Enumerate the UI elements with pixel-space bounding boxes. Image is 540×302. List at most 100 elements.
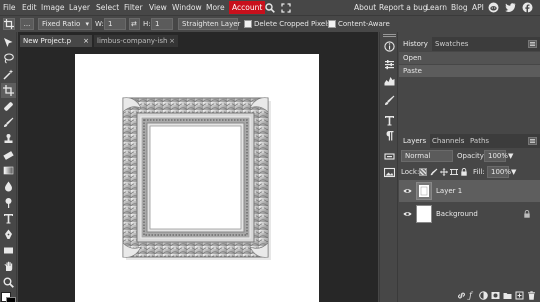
swap-icon[interactable]: ⇄ — [129, 18, 140, 30]
paragraph-icon[interactable] — [383, 129, 396, 142]
link-report-bug[interactable]: Report a bug — [379, 0, 428, 15]
lock-transparency-icon[interactable] — [419, 168, 427, 176]
tab-layers[interactable]: Layers — [399, 134, 431, 148]
type-tool-icon[interactable] — [1, 211, 16, 226]
link-blog[interactable]: Blog — [451, 0, 468, 15]
crop-tool-indicator — [3, 18, 15, 30]
search-icon[interactable] — [263, 1, 276, 14]
delete-layer-icon[interactable] — [527, 291, 536, 300]
eraser-tool-icon[interactable] — [1, 147, 16, 162]
crop-tool-icon[interactable] — [1, 83, 16, 98]
css-panel-icon[interactable] — [383, 150, 396, 163]
menu-select[interactable]: Select — [96, 0, 119, 15]
link-api[interactable]: API — [472, 0, 484, 15]
lock-pixels-icon[interactable] — [430, 168, 438, 176]
opacity-input[interactable]: 100% — [484, 150, 508, 162]
new-group-icon[interactable] — [503, 291, 512, 300]
blend-mode-select[interactable]: Normal — [401, 150, 453, 162]
menu-image[interactable]: Image — [41, 0, 65, 15]
close-icon[interactable]: × — [83, 35, 89, 47]
dodge-tool-icon[interactable] — [1, 195, 16, 210]
options-bar: ... Fixed Ratio ▾ W: 1 ⇄ H: 1 Straighten… — [0, 15, 540, 32]
lock-all-icon[interactable] — [460, 168, 468, 176]
lock-position-icon[interactable] — [440, 168, 448, 176]
blur-tool-icon[interactable] — [1, 179, 16, 194]
fullscreen-icon[interactable] — [279, 1, 292, 14]
opacity-dropdown-icon[interactable]: ▼ — [508, 150, 513, 162]
new-layer-icon[interactable] — [515, 291, 524, 300]
adjustment-layer-icon[interactable] — [479, 291, 488, 300]
menu-edit[interactable]: Edit — [22, 0, 37, 15]
zoom-tool-icon[interactable] — [1, 275, 16, 290]
layer-effects-icon[interactable]: ƒ — [469, 291, 472, 300]
facebook-icon[interactable] — [521, 1, 534, 14]
reddit-icon[interactable] — [487, 1, 500, 14]
menu-filter[interactable]: Filter — [124, 0, 143, 15]
layers-footer: ƒ — [399, 289, 540, 302]
menu-view[interactable]: View — [149, 0, 167, 15]
layer-mask-icon[interactable] — [491, 291, 500, 300]
background-thumbnail — [416, 205, 432, 223]
image-panel-icon[interactable] — [383, 166, 396, 179]
brush-settings-icon[interactable] — [383, 94, 396, 107]
ratio-select[interactable]: Fixed Ratio ▾ — [38, 18, 92, 30]
height-input[interactable]: 1 — [151, 18, 173, 30]
character-icon[interactable] — [383, 114, 396, 127]
fill-dropdown-icon[interactable]: ▼ — [511, 166, 516, 178]
content-aware-checkbox[interactable] — [328, 20, 336, 28]
height-label: H: — [143, 20, 151, 28]
document-area: New Project.p × limbus-company-ish × — [18, 32, 378, 302]
canvas[interactable] — [75, 54, 319, 302]
link-layers-icon[interactable] — [457, 291, 466, 300]
pen-tool-icon[interactable] — [1, 227, 16, 242]
tab-history[interactable]: History — [399, 37, 432, 51]
tab-swatches[interactable]: Swatches — [431, 37, 472, 51]
rectangle-shape-icon[interactable] — [1, 243, 16, 258]
menu-window[interactable]: Window — [172, 0, 202, 15]
account-button[interactable]: Account — [229, 1, 266, 14]
close-icon[interactable]: × — [169, 35, 175, 47]
tools-panel — [0, 32, 17, 302]
background-color-swatch[interactable] — [6, 297, 16, 302]
width-input[interactable]: 1 — [104, 18, 126, 30]
lock-artboard-icon[interactable] — [450, 168, 458, 176]
fill-input[interactable]: 100% — [487, 166, 511, 178]
doc-tab-limbus[interactable]: limbus-company-ish × — [94, 35, 178, 47]
lock-label: Lock: — [401, 168, 420, 176]
histogram-icon[interactable] — [383, 74, 396, 87]
menu-file[interactable]: File — [3, 0, 16, 15]
tab-channels[interactable]: Channels — [428, 134, 468, 148]
straighten-layer-button[interactable]: Straighten Layer — [178, 18, 240, 30]
delete-cropped-checkbox[interactable] — [244, 20, 252, 28]
magic-wand-icon[interactable] — [1, 67, 16, 82]
layer-1-thumbnail — [416, 182, 432, 200]
hand-tool-icon[interactable] — [1, 259, 16, 274]
ornate-picture-frame-image — [122, 97, 271, 260]
stamp-tool-icon[interactable] — [1, 131, 16, 146]
visibility-eye-icon[interactable] — [403, 187, 412, 195]
info-icon[interactable] — [383, 40, 396, 53]
layer-row-background[interactable]: Background — [399, 203, 540, 225]
tab-paths[interactable]: Paths — [466, 134, 493, 148]
link-learn[interactable]: Learn — [426, 0, 447, 15]
history-item[interactable]: Open — [399, 52, 540, 64]
properties-icon[interactable] — [383, 58, 396, 71]
move-tool-icon[interactable] — [1, 35, 16, 50]
history-item[interactable]: Paste — [399, 65, 540, 77]
panel-menu-icon[interactable] — [528, 40, 537, 48]
healing-brush-icon[interactable] — [1, 99, 16, 114]
layer-row-layer-1[interactable]: Layer 1 — [399, 180, 540, 202]
brush-tool-icon[interactable] — [1, 115, 16, 130]
menu-layer[interactable]: Layer — [69, 0, 90, 15]
more-options-button[interactable]: ... — [20, 18, 34, 30]
lasso-tool-icon[interactable] — [1, 51, 16, 66]
visibility-eye-icon[interactable] — [403, 210, 412, 218]
gradient-tool-icon[interactable] — [1, 163, 16, 178]
content-aware-label: Content-Aware — [338, 20, 390, 28]
doc-tab-new-project[interactable]: New Project.p × — [20, 35, 92, 47]
link-about[interactable]: About — [354, 0, 376, 15]
collapse-handle[interactable] — [383, 34, 396, 37]
panel-menu-icon[interactable] — [528, 137, 537, 145]
menu-more[interactable]: More — [206, 0, 225, 15]
twitter-icon[interactable] — [504, 1, 517, 14]
